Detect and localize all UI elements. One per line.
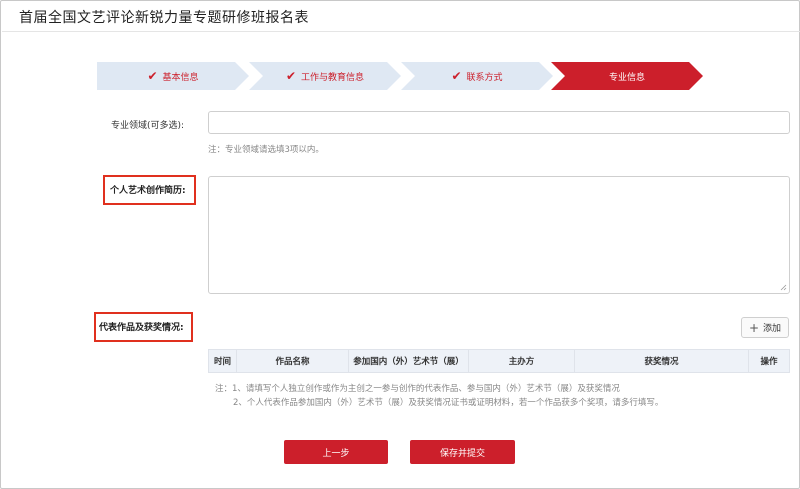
works-table-header: 时间 作品名称 参加国内（外）艺术节（展） 主办方 获奖情况 操作	[208, 349, 790, 373]
form-window: 首届全国文艺评论新锐力量专题研修班报名表 ✔ 基本信息 ✔ 工作与教育信息 ✔ 联系方…	[0, 0, 800, 489]
progress-steps: ✔ 基本信息 ✔ 工作与教育信息 ✔ 联系方式 专业信息	[97, 62, 707, 90]
column-header-awards: 获奖情况	[575, 350, 749, 372]
resize-grip-icon[interactable]	[780, 284, 787, 291]
step-label: 工作与教育信息	[301, 72, 365, 83]
column-header-time: 时间	[209, 350, 237, 372]
plus-icon: +	[748, 320, 760, 335]
title-divider	[2, 31, 800, 32]
column-header-work-name: 作品名称	[237, 350, 349, 372]
note-line-2: 2、个人代表作品参加国内（外）艺术节（展）及获奖情况证书或证明材料，若一个作品获…	[233, 398, 664, 408]
works-label: 代表作品及获奖情况:	[99, 323, 184, 333]
check-icon: ✔	[285, 69, 297, 83]
column-header-organizer: 主办方	[469, 350, 575, 372]
works-notes: 注：1、请填写个人独立创作或作为主创之一参与创作的代表作品、参与国内（外）艺术节…	[215, 382, 663, 410]
step-work-education[interactable]: ✔ 工作与教育信息	[249, 62, 401, 90]
prev-step-button[interactable]: 上一步	[284, 440, 388, 464]
step-label: 专业信息	[608, 72, 645, 83]
save-submit-button[interactable]: 保存并提交	[410, 440, 515, 464]
add-work-button[interactable]: + 添加	[741, 317, 789, 338]
step-label: 基本信息	[162, 72, 199, 83]
page-title: 首届全国文艺评论新锐力量专题研修班报名表	[19, 10, 309, 26]
check-icon: ✔	[147, 69, 158, 83]
specialty-input[interactable]	[208, 111, 790, 134]
column-header-festival: 参加国内（外）艺术节（展）	[349, 350, 469, 372]
step-basic-info[interactable]: ✔ 基本信息	[97, 62, 249, 90]
specialty-hint: 注：专业领域请选填3项以内。	[208, 145, 324, 155]
step-contact[interactable]: ✔ 联系方式	[401, 62, 553, 90]
check-icon: ✔	[451, 69, 462, 83]
column-header-action: 操作	[760, 357, 778, 367]
step-professional-info[interactable]: 专业信息	[551, 62, 703, 90]
note-line-1: 注：1、请填写个人独立创作或作为主创之一参与创作的代表作品、参与国内（外）艺术节…	[215, 384, 620, 394]
step-label: 联系方式	[466, 72, 503, 83]
resume-textarea[interactable]	[208, 176, 790, 294]
resume-label: 个人艺术创作简历:	[110, 186, 186, 196]
specialty-label: 专业领域(可多选):	[111, 121, 185, 131]
add-button-label: 添加	[763, 324, 782, 334]
